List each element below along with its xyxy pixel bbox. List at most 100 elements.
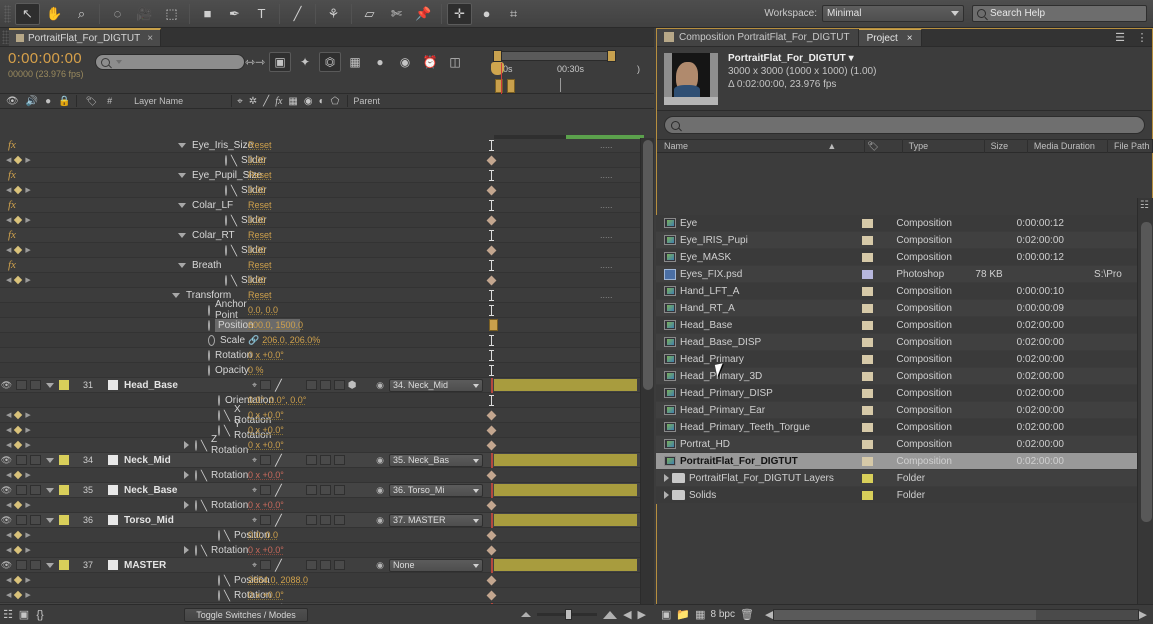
graph-editor-icon[interactable]: ╲ [201,501,207,512]
project-list-item[interactable]: Eye_MASK Composition 0:00:00:12 [656,249,1137,266]
item-name-cell[interactable]: Eye_MASK [656,252,860,263]
expand-triangle-icon[interactable] [184,546,189,554]
stopwatch-icon[interactable] [195,499,197,511]
collapse-switch[interactable] [260,455,272,465]
project-search-input[interactable] [664,116,1145,134]
project-list-item[interactable]: Head_Primary_3D Composition 0:02:00:00 [656,368,1137,385]
solo-toggle[interactable] [30,515,41,525]
graph-editor-icon[interactable]: ╲ [231,246,237,257]
item-label-cell[interactable] [860,371,896,381]
parent-dropdown[interactable]: 37. MASTER [389,513,483,527]
item-label-cell[interactable] [860,490,896,500]
timeline-property-row[interactable]: ◀ ▶ ╲ Slider 0.00 [0,273,654,288]
graph-editor-icon[interactable]: ╲ [231,186,237,197]
current-time-display[interactable]: 0:00:00:00 [8,50,82,67]
next-keyframe-icon[interactable]: ▶ [25,591,30,599]
keyframe-bar[interactable] [489,318,498,331]
project-list-item[interactable]: Portrat_HD Composition 0:02:00:00 [656,436,1137,453]
solo-toggle[interactable] [30,455,41,465]
label-color-chip[interactable] [59,485,69,495]
item-label-cell[interactable] [860,388,896,398]
timeline-search-input[interactable] [95,54,245,70]
keyframe-marker[interactable] [486,470,497,480]
property-name[interactable]: Scale [220,335,245,346]
stopwatch-icon[interactable] [208,364,210,376]
project-list-item[interactable]: Head_Primary_DISP Composition 0:02:00:00 [656,385,1137,402]
close-icon[interactable]: × [907,33,913,44]
motion-blur-switch[interactable] [319,515,331,525]
property-value[interactable]: 0 x +0.0° [248,350,284,360]
next-keyframe-icon[interactable]: ▶ [25,441,30,449]
property-name[interactable]: Opacity [215,365,249,376]
graph-editor-icon[interactable]: ╲ [201,546,207,557]
keyframe-navigator[interactable]: ◀ ▶ [0,410,31,420]
property-value[interactable]: 0.00 [248,245,266,255]
property-name[interactable]: Rotation [211,500,248,511]
stopwatch-icon[interactable] [225,154,227,166]
time-indicator-head[interactable] [491,62,504,75]
prev-keyframe-icon[interactable]: ◀ [6,276,11,284]
audio-toggle[interactable] [16,380,27,390]
expand-triangle-icon[interactable] [46,562,54,568]
zoom-out-icon[interactable] [521,612,532,617]
item-label-cell[interactable] [860,354,896,364]
project-list-item[interactable]: Head_Primary Composition 0:02:00:00 [656,351,1137,368]
timeline-property-row[interactable]: ◀ ▶ ╲ Position 2654.0, 2088.0 [0,573,654,588]
timeline-property-row[interactable]: ◀ ▶ ╲ Rotation 0 x +0.0° [0,468,654,483]
add-keyframe-icon[interactable] [14,500,23,510]
prev-keyframe-icon[interactable]: ◀ [6,426,11,434]
next-keyframe-icon[interactable]: ▶ [25,411,30,419]
parent-pickwhip-icon[interactable]: ◉ [375,515,385,526]
new-folder-icon[interactable]: 📁 [676,608,690,621]
timeline-property-row[interactable]: Rotation 0 x +0.0° [0,348,654,363]
project-list-item[interactable]: Head_Primary_Teeth_Torgue Composition 0:02… [656,419,1137,436]
item-label-cell[interactable] [860,320,896,330]
item-name-cell[interactable]: Portrat_HD [656,439,860,450]
project-vertical-scrollbar[interactable]: ☷ [1137,198,1153,605]
motion-blur-switch[interactable] [319,485,331,495]
panel-grip-icon[interactable]: ⋮ [1131,28,1153,46]
item-label-cell[interactable] [860,473,896,483]
item-label-cell[interactable] [860,422,896,432]
zoom-slider[interactable] [537,609,598,620]
next-keyframe-icon[interactable]: ▶ [25,471,30,479]
next-keyframe-icon[interactable]: ▶ [25,426,30,434]
expand-triangle-icon[interactable] [46,457,54,463]
graph-editor-icon[interactable]: ╲ [224,591,230,602]
item-name-cell[interactable]: Head_Primary_3D [656,371,860,382]
timeline-property-row[interactable]: Position 600.0, 1500.0 [0,318,654,333]
expand-triangle-icon[interactable] [178,262,186,268]
stopwatch-icon[interactable] [195,439,197,451]
add-keyframe-icon[interactable] [14,545,23,555]
keyframe-marker[interactable] [486,545,497,555]
prev-keyframe-icon[interactable]: ◀ [6,441,11,449]
anchor-align-icon[interactable]: ✛ [447,2,472,25]
item-label-cell[interactable] [860,286,896,296]
keyframe-navigator[interactable]: ◀ ▶ [0,545,31,555]
expression-icon[interactable]: {} [32,609,48,621]
layer-duration-bar[interactable] [494,513,637,526]
graph-curve-icon[interactable]: ◫ [444,52,466,72]
item-label-cell[interactable] [860,269,896,279]
add-keyframe-icon[interactable] [14,575,23,585]
shape-tool[interactable]: ■ [195,3,220,25]
zoom-tool[interactable]: ⌕ [69,3,94,25]
stopwatch-icon[interactable] [225,274,227,286]
property-value[interactable]: 0 % [248,365,264,375]
project-list-item[interactable]: Eye Composition 0:00:00:12 [656,215,1137,232]
layer-name[interactable]: MASTER [124,560,166,571]
next-keyframe-icon[interactable]: ▶ [25,216,30,224]
motion-blur-icon[interactable]: ● [369,52,391,72]
property-value[interactable]: 0 x +0.0° [248,545,284,555]
adjustment-switch[interactable] [333,560,345,570]
project-horizontal-scrollbar[interactable]: ◀ ▶ [765,608,1147,622]
comp-mini-flow-icon[interactable]: ▣ [16,608,32,621]
keyframe-navigator[interactable]: ◀ ▶ [0,590,31,600]
timeline-mini-ruler[interactable]: 0s 00:30s ) [489,47,654,94]
property-group-name[interactable]: Colar_RT [192,230,235,241]
prev-keyframe-icon[interactable]: ◀ [6,411,11,419]
keyframe-marker[interactable] [486,245,497,255]
audio-speaker-icon[interactable]: 🔊 [26,96,38,107]
property-value[interactable]: 0 x +0.0° [248,470,284,480]
timeline-property-row[interactable]: ◀ ▶ ╲ Slider 0.00 [0,213,654,228]
